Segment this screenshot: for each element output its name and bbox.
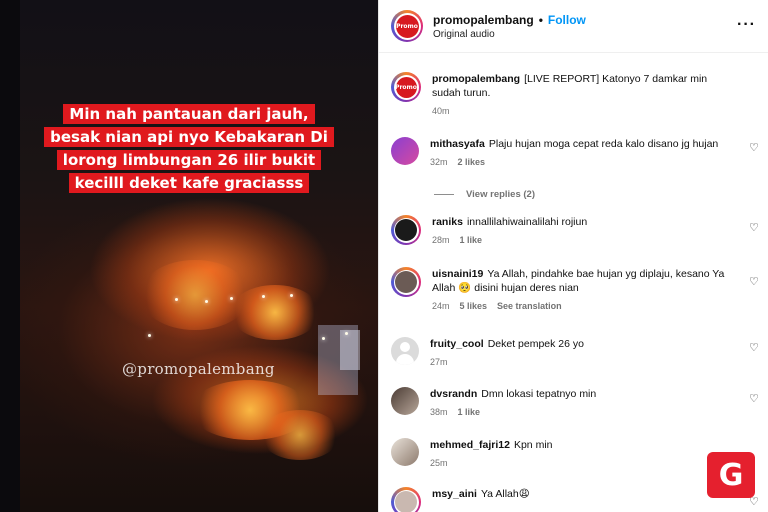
comment-item: dvsrandn Dmn lokasi tepatnyo min 38m 1 lik…: [391, 387, 768, 417]
comment-username[interactable]: raniks: [432, 216, 463, 228]
comment-text: Ya Allah😩: [480, 488, 530, 500]
city-light: [290, 294, 293, 297]
comment-time[interactable]: 25m: [430, 458, 448, 468]
comment-time[interactable]: 24m: [432, 301, 450, 311]
heart-icon[interactable]: ♡: [749, 497, 760, 508]
caption-line: lorong limbungan 26 ilir bukit: [56, 150, 322, 170]
city-light: [205, 300, 208, 303]
avatar[interactable]: [391, 215, 421, 245]
watermark: @promopalembang: [122, 360, 275, 378]
video-player[interactable]: Min nah pantauan dari jauh, besak nian a…: [0, 0, 378, 512]
follow-button[interactable]: Follow: [548, 13, 586, 27]
heart-icon[interactable]: ♡: [749, 343, 760, 354]
more-horizontal-icon[interactable]: ···: [737, 16, 756, 34]
avatar[interactable]: [391, 487, 421, 512]
comment-username[interactable]: promopalembang: [432, 73, 520, 85]
comment-item: raniks innallilahiwainalilahi rojiun 28m 1…: [391, 215, 768, 245]
city-light: [262, 295, 265, 298]
city-light: [175, 298, 178, 301]
promo-logo-icon: Promo: [395, 76, 417, 98]
reply-thread-line: [434, 194, 454, 195]
comment-username[interactable]: mehmed_fajri12: [430, 439, 510, 451]
building-lights: [340, 330, 360, 370]
comment-username[interactable]: mithasyafa: [430, 138, 485, 150]
comment-text: Plaju hujan moga cepat reda kalo disano …: [488, 138, 719, 150]
heart-icon[interactable]: ♡: [749, 223, 760, 234]
fire-glow: [140, 260, 250, 330]
comment-time[interactable]: 28m: [432, 235, 450, 245]
comment-item: uisnaini19 Ya Allah, pindahke bae hujan y…: [391, 267, 768, 311]
post-header: Promo promopalembang • Follow Original a…: [379, 0, 768, 53]
comment-item: fruity_cool Deket pempek 26 yo 27m: [391, 337, 768, 367]
comment-text: Dmn lokasi tepatnyo min: [481, 388, 597, 400]
comment-time[interactable]: 32m: [430, 157, 448, 167]
avatar[interactable]: Promo: [391, 72, 421, 102]
comment-likes[interactable]: 5 likes: [460, 301, 488, 311]
fire-glow: [260, 410, 340, 460]
caption-line: besak nian api nyo Kebakaran Di: [44, 127, 334, 147]
avatar[interactable]: [391, 137, 419, 165]
comment-time[interactable]: 27m: [430, 357, 448, 367]
comment-likes[interactable]: 1 like: [458, 407, 481, 417]
comment-username[interactable]: msy_aini: [432, 488, 477, 500]
comment-username[interactable]: uisnaini19: [432, 268, 483, 280]
caption-post: Promo promopalembang [LIVE REPORT] Katony…: [391, 72, 768, 116]
comment-username[interactable]: dvsrandn: [430, 388, 477, 400]
avatar[interactable]: [391, 438, 419, 466]
view-replies-button[interactable]: View replies (2): [434, 189, 535, 200]
view-replies-label: View replies (2): [466, 189, 535, 200]
audio-label[interactable]: Original audio: [433, 29, 586, 40]
comment-time[interactable]: 38m: [430, 407, 448, 417]
city-light: [322, 337, 325, 340]
avatar[interactable]: [391, 267, 421, 297]
separator-dot: •: [538, 12, 543, 27]
comments-list: Promo promopalembang [LIVE REPORT] Katony…: [379, 53, 768, 512]
caption-line: kecilll deket kafe graciasss: [68, 173, 310, 193]
avatar[interactable]: Promo: [391, 10, 423, 42]
comments-panel: Promo promopalembang • Follow Original a…: [378, 0, 768, 512]
header-username[interactable]: promopalembang: [433, 13, 534, 27]
comment-likes[interactable]: 1 like: [460, 235, 483, 245]
see-translation-link[interactable]: See translation: [497, 301, 562, 311]
comment-text: innallilahiwainalilahi rojiun: [466, 216, 588, 228]
caption-line: Min nah pantauan dari jauh,: [63, 104, 315, 124]
avatar[interactable]: [391, 387, 419, 415]
city-light: [148, 334, 151, 337]
video-caption-overlay: Min nah pantauan dari jauh, besak nian a…: [0, 104, 378, 193]
comment-text: Kpn min: [513, 439, 553, 451]
g-logo-badge: G: [707, 452, 755, 498]
heart-icon[interactable]: ♡: [749, 394, 760, 405]
city-light: [345, 332, 348, 335]
comment-time[interactable]: 40m: [432, 106, 450, 116]
comment-item: mithasyafa Plaju hujan moga cepat reda ka…: [391, 137, 768, 167]
promo-logo-icon: Promo: [395, 14, 419, 38]
heart-icon[interactable]: ♡: [749, 143, 760, 154]
heart-icon[interactable]: ♡: [749, 277, 760, 288]
city-light: [230, 297, 233, 300]
comment-likes[interactable]: 2 likes: [458, 157, 486, 167]
comment-text: Deket pempek 26 yo: [487, 338, 584, 350]
comment-username[interactable]: fruity_cool: [430, 338, 484, 350]
default-avatar-icon[interactable]: [391, 337, 419, 365]
